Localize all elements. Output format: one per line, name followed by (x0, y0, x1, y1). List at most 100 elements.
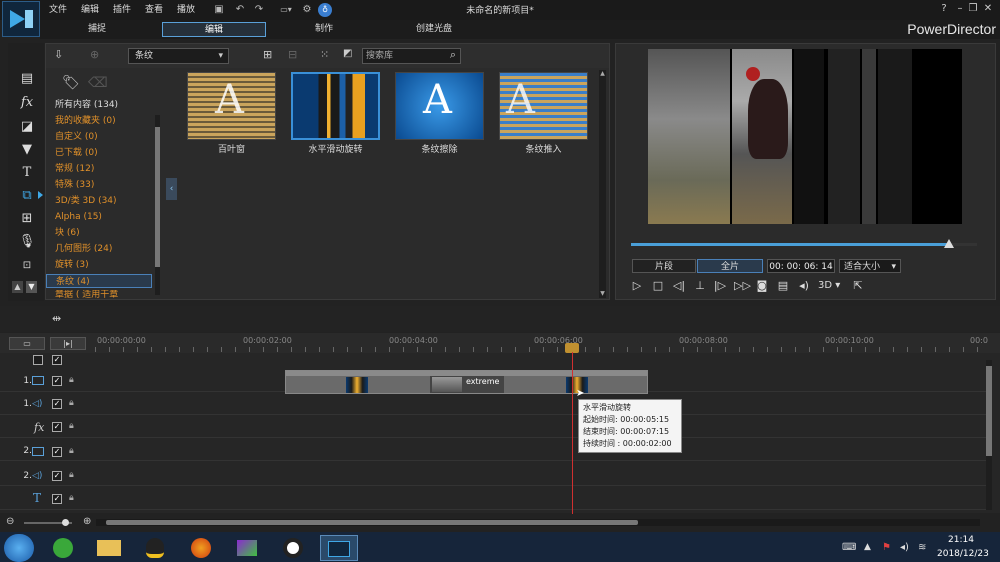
category-general[interactable]: 常规 (12) (55, 162, 94, 176)
transition-marker[interactable] (346, 377, 368, 393)
library-scrollbar[interactable]: ▲ ▼ (599, 70, 606, 298)
next-frame-icon[interactable]: |▷ (713, 279, 727, 293)
category-geometric[interactable]: 几何图形 (24) (55, 242, 112, 256)
transition-thumb-stripe-push[interactable]: A (499, 72, 588, 140)
category-downloaded[interactable]: 已下载 (0) (55, 146, 98, 160)
3d-mode-button[interactable]: 3D ▾ (818, 279, 840, 293)
add-to-timeline-icon[interactable]: ⊞ (263, 48, 272, 61)
track-enable-checkbox[interactable]: ✓ (52, 447, 62, 457)
account-icon[interactable]: ♁ (318, 3, 332, 17)
voice-over-room-icon[interactable]: 🎙 (17, 233, 37, 251)
lock-icon[interactable]: 🔒︎ (69, 471, 78, 480)
add-tag-icon[interactable]: 🏷 (62, 75, 80, 91)
menu-plugins[interactable]: 插件 (113, 3, 131, 17)
category-dropdown[interactable]: 条纹 ▾ (128, 48, 229, 64)
zoom-dropdown[interactable]: 适合大小 ▾ (839, 259, 901, 273)
timeline-horizontal-scrollbar[interactable] (96, 519, 980, 526)
help-icon[interactable]: ? (937, 2, 951, 16)
subtitle-icon[interactable]: ▤ (776, 279, 790, 293)
lock-icon[interactable]: 🔒︎ (69, 376, 78, 385)
volume-icon[interactable]: ◂) (797, 279, 811, 293)
category-custom[interactable]: 自定义 (0) (55, 130, 98, 144)
snapshot-icon[interactable]: ◙ (755, 279, 769, 293)
save-icon[interactable]: ▣ (212, 3, 226, 17)
track-enable-checkbox[interactable]: ✓ (52, 471, 62, 481)
aspect-ratio-icon[interactable]: ▭▾ (275, 3, 297, 17)
clip-mode-button[interactable]: 片段 (632, 259, 696, 273)
search-library-input[interactable]: 搜索库 ⌕ (362, 48, 461, 64)
expand-icon[interactable]: ◩ (343, 48, 352, 59)
start-button[interactable] (4, 534, 34, 562)
play-icon[interactable]: ▷ (630, 279, 644, 293)
category-block[interactable]: 块 (6) (55, 226, 80, 240)
zoom-out-icon[interactable]: ⊖ (6, 516, 14, 527)
pip-room-icon[interactable]: ◪ (17, 118, 37, 136)
storyboard-view-icon[interactable]: |▸| (50, 337, 86, 350)
volume-tray-icon[interactable]: ◂) (900, 542, 909, 553)
transition-thumb-stripe-wipe[interactable]: A (395, 72, 484, 140)
menu-view[interactable]: 查看 (145, 3, 163, 17)
track-enable-checkbox[interactable]: ✓ (52, 376, 62, 386)
previous-frame-icon[interactable]: ◁| (672, 279, 686, 293)
category-stripe[interactable]: 条纹 (4) (46, 274, 152, 288)
timeline-vertical-scrollbar[interactable] (986, 360, 992, 510)
taskbar-app-firefox[interactable] (182, 535, 220, 561)
category-chapter[interactable]: 章据 ( 适用干章 (55, 290, 118, 300)
lock-icon[interactable]: 🔒︎ (69, 494, 78, 503)
tab-edit[interactable]: 编辑 (162, 22, 266, 37)
fast-forward-icon[interactable]: ▷▷ (734, 279, 751, 293)
lock-icon[interactable]: 🔒︎ (69, 422, 78, 431)
taskbar-app-powerdirector[interactable] (320, 535, 358, 561)
close-icon[interactable]: ✕ (981, 2, 995, 16)
particle-room-icon[interactable]: ▼ (17, 141, 37, 159)
menu-edit[interactable]: 编辑 (81, 3, 99, 17)
category-favorites[interactable]: 我的收藏夹 (0) (55, 114, 116, 128)
redo-icon[interactable]: ↷ (252, 3, 266, 17)
settings-gear-icon[interactable]: ⚙ (300, 3, 314, 17)
fit-timeline-icon[interactable]: ⇹ (52, 312, 61, 325)
transition-room-icon[interactable]: ⧉ (17, 187, 37, 205)
strip-scroll-down-icon[interactable]: ▼ (26, 281, 37, 293)
tray-expand-icon[interactable]: ▲ (864, 542, 871, 552)
seek-handle[interactable] (944, 239, 955, 248)
taskbar-app-explorer[interactable] (90, 535, 128, 561)
undo-icon[interactable]: ↶ (233, 3, 247, 17)
menu-play[interactable]: 播放 (177, 3, 195, 17)
timeline-view-icon[interactable]: ▭ (9, 337, 45, 350)
title-room-icon[interactable]: T (17, 164, 37, 182)
import-icon[interactable]: ⇩ (54, 48, 70, 63)
category-special[interactable]: 特殊 (33) (55, 178, 94, 192)
media-room-icon[interactable]: ▤ (17, 70, 37, 88)
category-rotate[interactable]: 旋转 (3) (55, 258, 89, 272)
zoom-slider[interactable] (24, 519, 72, 526)
network-tray-icon[interactable]: ⚑ (882, 542, 891, 553)
category-3d[interactable]: 3D/类 3D (34) (55, 194, 117, 208)
track-enable-checkbox[interactable]: ✓ (52, 422, 62, 432)
wifi-tray-icon[interactable]: ≋ (918, 542, 926, 553)
track-enable-checkbox[interactable]: ✓ (52, 494, 62, 504)
track-enable-checkbox[interactable]: ✓ (52, 399, 62, 409)
lock-icon[interactable]: 🔒︎ (69, 399, 78, 408)
transition-thumb-blinds[interactable]: A (187, 72, 276, 140)
grid-view-icon[interactable]: ⁙ (320, 48, 329, 61)
tab-produce[interactable]: 制作 (275, 22, 373, 37)
taskbar-app-media[interactable] (228, 535, 266, 561)
chapter-room-icon[interactable]: ⊡ (17, 257, 37, 275)
tab-capture[interactable]: 捕捉 (48, 22, 146, 37)
lock-icon[interactable]: 🔒︎ (69, 447, 78, 456)
effect-room-icon[interactable]: fx (17, 94, 37, 112)
undock-icon[interactable]: ⇱ (851, 279, 865, 293)
preview-seek-bar[interactable] (631, 239, 977, 248)
transition-thumb-horizontal-slide-rotate[interactable] (291, 72, 380, 140)
zoom-in-icon[interactable]: ⊕ (83, 516, 91, 527)
restore-icon[interactable]: ❐ (966, 2, 980, 16)
tab-create-disc[interactable]: 创建光盘 (385, 22, 483, 37)
minimize-icon[interactable]: – (953, 2, 967, 16)
movie-mode-button[interactable]: 全片 (697, 259, 763, 273)
collapse-panel-icon[interactable]: ‹ (166, 178, 177, 200)
zoom-slider-knob[interactable] (62, 519, 69, 526)
keyboard-tray-icon[interactable]: ⌨ (842, 542, 856, 553)
strip-scroll-up-icon[interactable]: ▲ (12, 281, 23, 293)
audio-mixing-room-icon[interactable]: ⊞ (17, 210, 37, 228)
taskbar-app-360[interactable] (44, 535, 82, 561)
